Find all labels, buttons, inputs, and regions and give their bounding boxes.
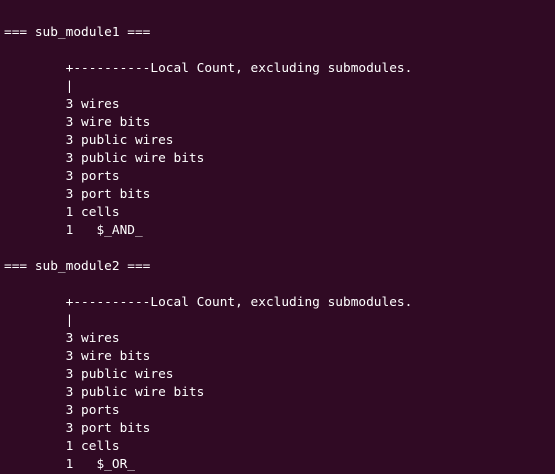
stat-line: 3 port bits (4, 187, 151, 202)
stat-line: 3 ports (4, 403, 120, 418)
stat-line: 1 cells (4, 439, 120, 454)
stat-line: 3 wire bits (4, 349, 151, 364)
stat-line: 3 public wire bits (4, 151, 205, 166)
stat-line: 1 cells (4, 205, 120, 220)
stat-line: 3 wires (4, 331, 120, 346)
module-header: === sub_module1 === (4, 25, 151, 40)
stat-line: 3 ports (4, 169, 120, 184)
stat-line: 3 public wires (4, 133, 174, 148)
stat-line: 3 wire bits (4, 115, 151, 130)
tree-connector: | (4, 79, 74, 94)
module-header: === sub_module2 === (4, 259, 151, 274)
terminal-output[interactable]: === sub_module1 === +----------Local Cou… (0, 0, 555, 474)
stat-line: 3 wires (4, 97, 120, 112)
stat-line: 3 public wire bits (4, 385, 205, 400)
count-header: +----------Local Count, excluding submod… (4, 295, 413, 310)
stat-line: 3 public wires (4, 367, 174, 382)
stat-line: 3 port bits (4, 421, 151, 436)
cell-type-line: 1 $_AND_ (4, 223, 143, 238)
count-header: +----------Local Count, excluding submod… (4, 61, 413, 76)
tree-connector: | (4, 313, 74, 328)
cell-type-line: 1 $_OR_ (4, 457, 135, 472)
